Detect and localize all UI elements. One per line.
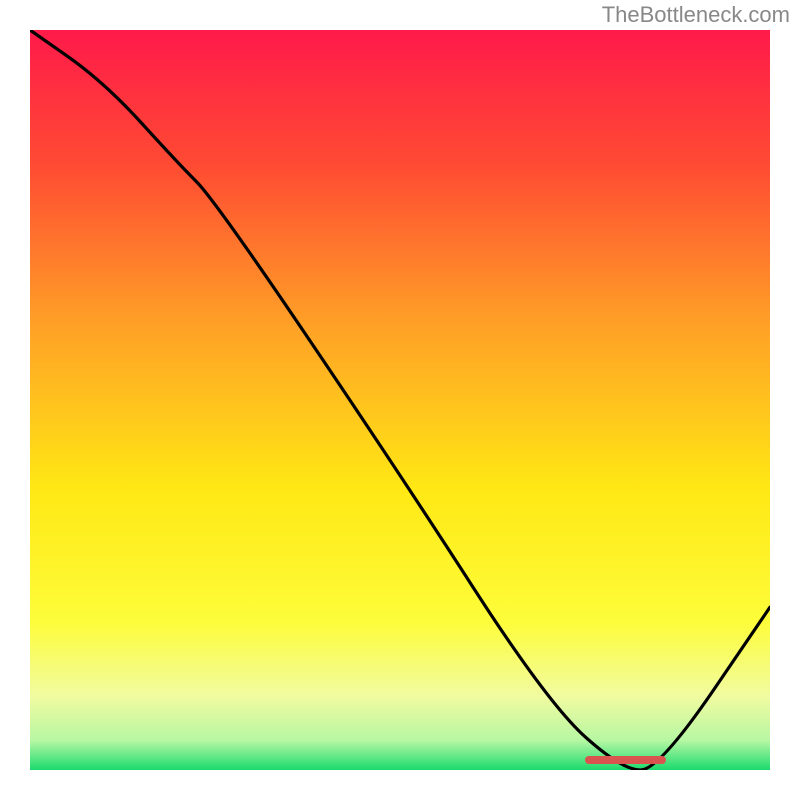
watermark-label: TheBottleneck.com	[602, 2, 790, 28]
plot-area	[30, 30, 770, 770]
optimal-zone-marker	[585, 756, 666, 764]
bottleneck-curve	[30, 30, 770, 770]
chart-container: TheBottleneck.com	[0, 0, 800, 800]
